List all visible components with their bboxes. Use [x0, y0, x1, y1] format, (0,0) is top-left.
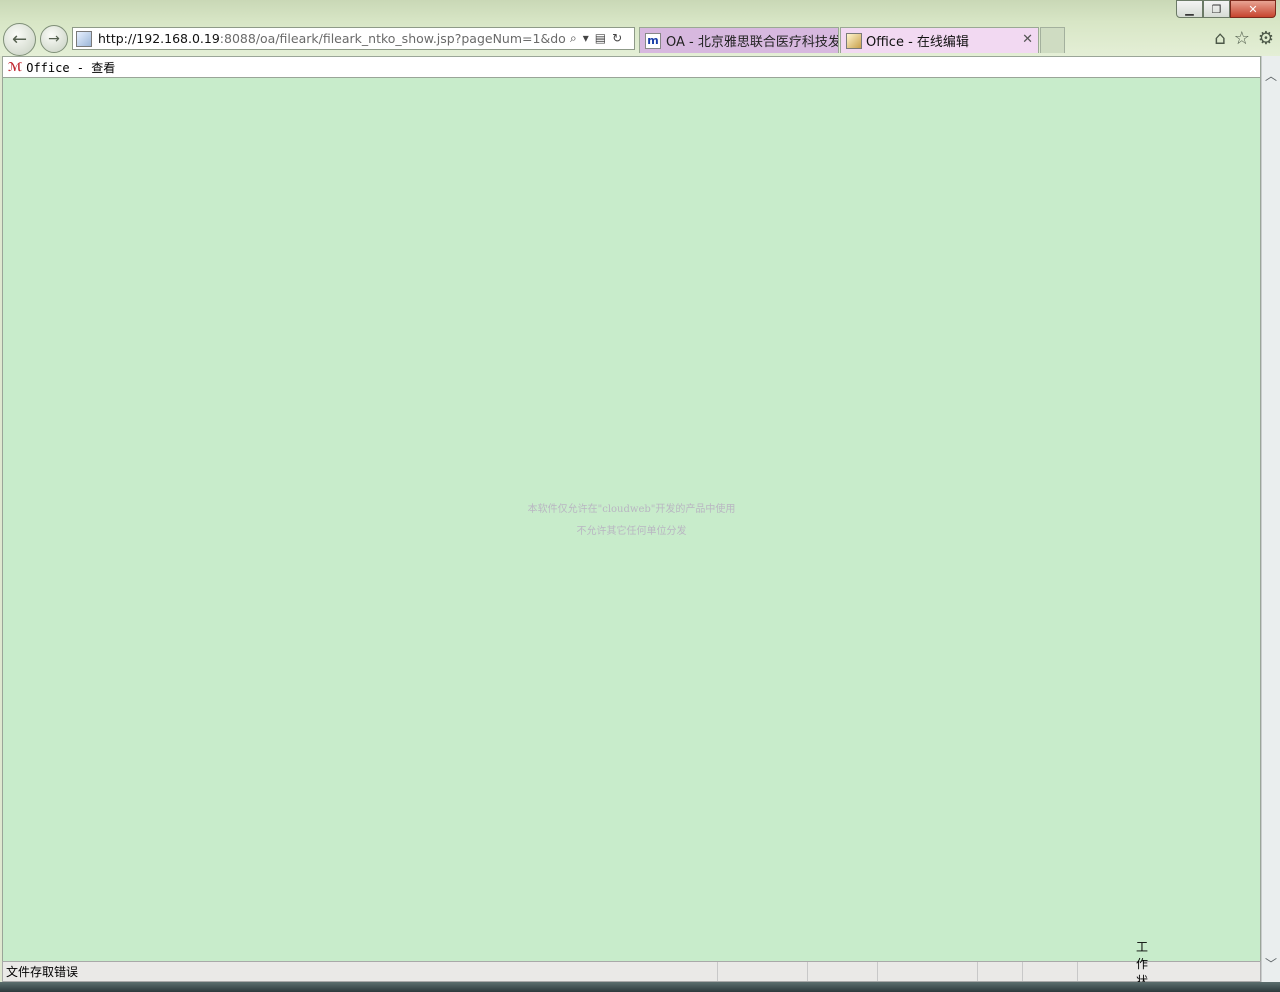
tab-label: OA - 北京雅思联合医疗科技发...	[666, 35, 839, 50]
tab-close-icon[interactable]: ✕	[1022, 32, 1033, 47]
document-icon	[846, 32, 862, 49]
status-message: 文件存取错误	[3, 962, 718, 981]
back-icon: ←	[11, 29, 28, 50]
forward-button[interactable]: →	[40, 25, 68, 53]
watermark-line: 本软件仅允许在"cloudweb"开发的产品中使用	[527, 504, 736, 515]
restore-button[interactable]: ❐	[1203, 0, 1230, 18]
status-segment	[978, 962, 1023, 981]
compat-view-icon[interactable]: ▤	[595, 31, 606, 46]
status-state: 工作状态	[1136, 940, 1149, 992]
page-icon	[76, 30, 92, 47]
page-title: Office - 查看	[26, 60, 116, 75]
status-segment	[808, 962, 878, 981]
taskbar	[0, 982, 1280, 992]
favorites-icon[interactable]: ☆	[1234, 28, 1250, 49]
close-window-button[interactable]: ✕	[1230, 0, 1276, 18]
office-logo-icon: ℳ	[8, 60, 23, 74]
document-viewer[interactable]: 本软件仅允许在"cloudweb"开发的产品中使用 不允许其它任何单位分发	[2, 78, 1261, 961]
status-segment	[718, 962, 808, 981]
tab-label: Office - 在线编辑	[866, 35, 969, 50]
tab-oa[interactable]: m OA - 北京雅思联合医疗科技发...	[639, 27, 839, 53]
tab-office[interactable]: Office - 在线编辑 ✕	[840, 27, 1039, 53]
oa-site-icon: m	[645, 32, 661, 49]
address-url[interactable]: http://192.168.0.19:8088/oa/fileark/file…	[98, 31, 566, 46]
scroll-down-icon[interactable]: ﹀	[1262, 954, 1280, 972]
scroll-up-icon[interactable]: ︿	[1262, 66, 1280, 84]
page-title-bar: ℳ Office - 查看	[2, 56, 1261, 78]
settings-icon[interactable]: ⚙	[1258, 28, 1274, 49]
back-button[interactable]: ←	[3, 23, 36, 56]
dropdown-icon[interactable]: ▾	[583, 31, 589, 46]
window-controls: ▁ ❐ ✕	[1176, 0, 1276, 18]
watermark-line: 不允许其它任何单位分发	[576, 526, 687, 537]
new-tab-button[interactable]	[1040, 27, 1065, 53]
refresh-icon[interactable]: ↻	[612, 31, 622, 46]
status-bar: 文件存取错误 工作状态	[2, 940, 1261, 992]
status-segment	[878, 962, 978, 981]
vertical-scrollbar[interactable]: ︿ ﹀	[1261, 56, 1280, 982]
forward-icon: →	[48, 31, 60, 47]
search-icon[interactable]: ⌕	[570, 31, 577, 46]
address-bar[interactable]: http://192.168.0.19:8088/oa/fileark/file…	[72, 27, 635, 50]
minimize-button[interactable]: ▁	[1176, 0, 1203, 18]
status-segment	[1023, 962, 1078, 981]
browser-chrome: ▁ ❐ ✕ ← → http://192.168.0.19:8088/oa/fi…	[0, 0, 1280, 56]
home-icon[interactable]: ⌂	[1214, 28, 1225, 49]
